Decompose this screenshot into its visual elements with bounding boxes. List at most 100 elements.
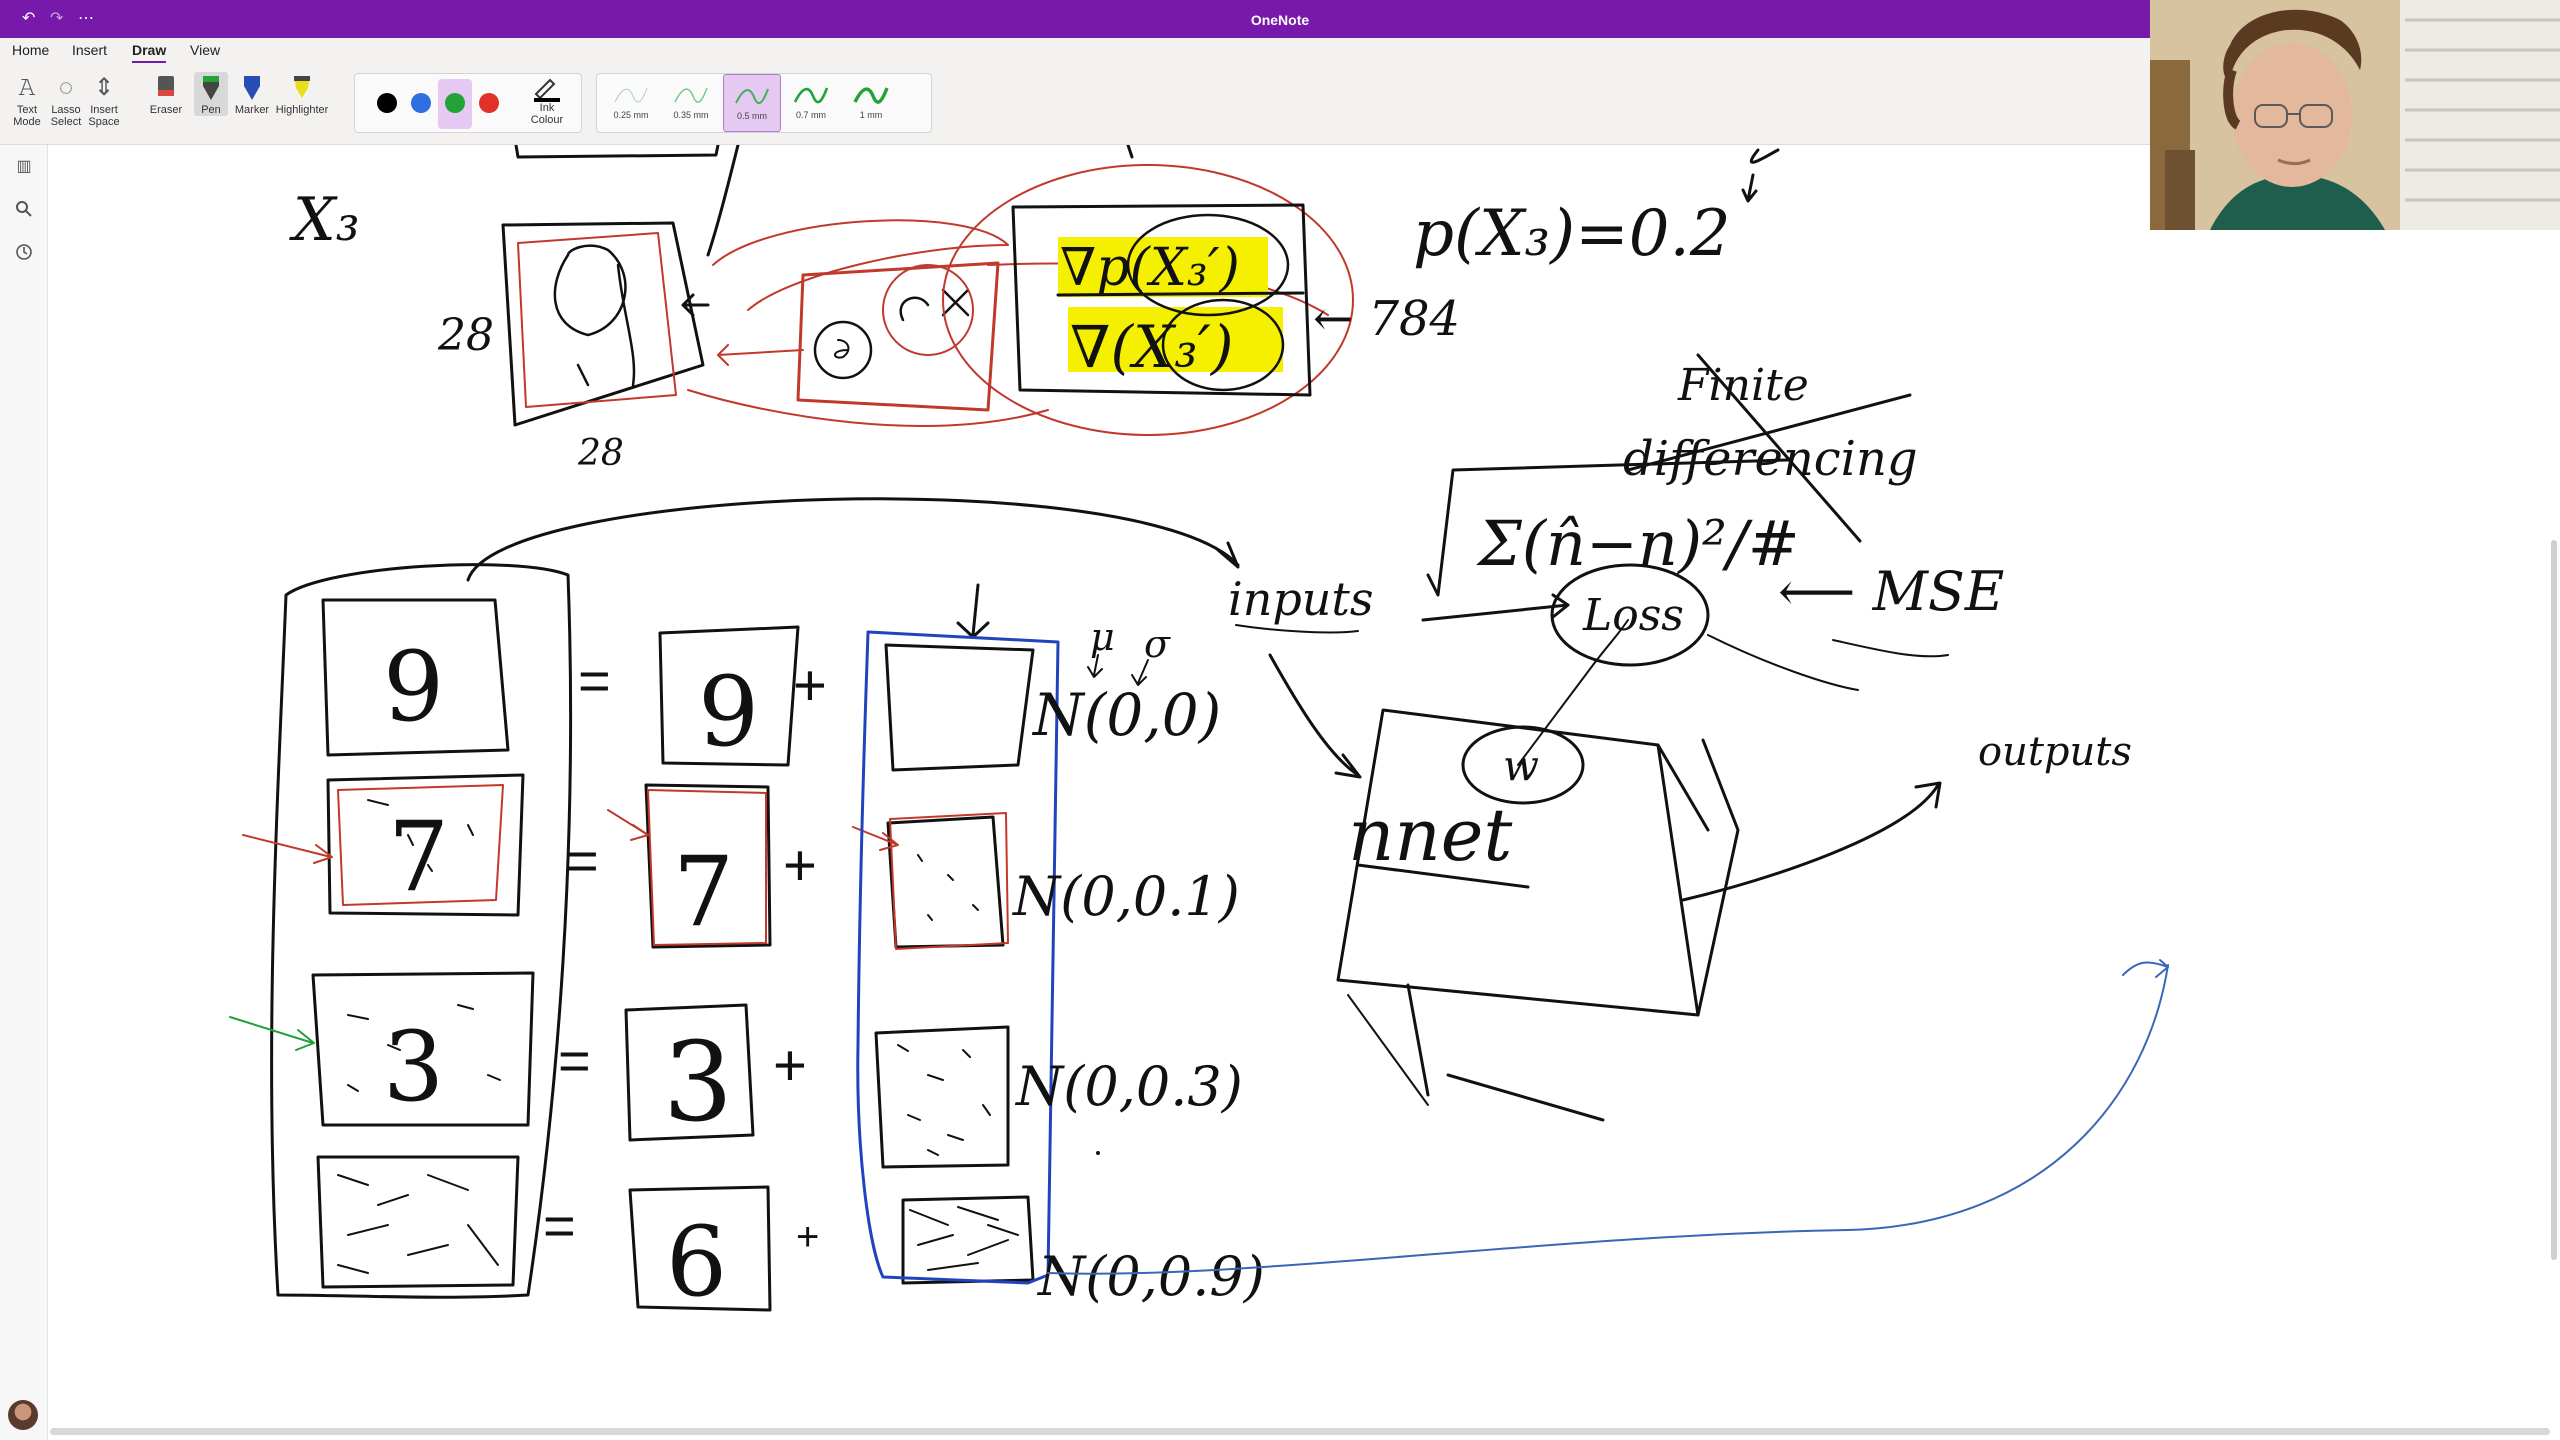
inputs-underline xyxy=(1235,624,1359,634)
lasso-select-icon: ◌ xyxy=(58,74,74,101)
insert-space-label-2: Space xyxy=(88,116,120,128)
eraser-icon xyxy=(142,72,190,104)
equals-row-1: = xyxy=(578,649,611,712)
clean-digit-3: 3 xyxy=(663,1018,733,1146)
thickness-1mm[interactable]: 1 mm xyxy=(843,74,899,130)
clean-digit-7: 7 xyxy=(673,836,734,948)
ink-colour-label-2: Colour xyxy=(530,114,564,126)
noise-blue-outline xyxy=(856,630,1060,1285)
color-green-swatch[interactable] xyxy=(445,93,465,113)
highlighter-button[interactable]: Highlighter xyxy=(274,72,330,116)
tab-insert[interactable]: Insert xyxy=(72,42,107,58)
gradient-p-label: ∇p(X₃′) xyxy=(1060,238,1240,298)
mse-formula: Σ(n̂−n)²/# xyxy=(1476,507,1800,580)
size-784: ← 784 xyxy=(1313,291,1460,347)
webcam-overlay xyxy=(2150,0,2560,230)
size-28-left: 28 xyxy=(437,310,494,361)
normal-0-0: N(0,0) xyxy=(1031,681,1221,749)
thickness-0-5mm[interactable]: 0.5 mm xyxy=(723,74,781,132)
mse-label: ⟵ MSE xyxy=(1778,560,2004,623)
text-mode-button[interactable]: 𝙰 Text Mode xyxy=(10,72,44,128)
inputs-arrow xyxy=(466,497,1362,779)
recent-icon[interactable] xyxy=(14,243,34,263)
thickness-label: 0.5 mm xyxy=(736,111,767,121)
eraser-label: Eraser xyxy=(149,104,183,116)
pen-label: Pen xyxy=(201,104,221,116)
color-black-swatch[interactable] xyxy=(377,93,397,113)
thickness-palette: 0.25 mm 0.35 mm 0.5 mm 0.7 mm 1 mm xyxy=(596,73,932,133)
inputs-label: inputs xyxy=(1228,572,1374,626)
thickness-label: 0.7 mm xyxy=(795,110,826,120)
thickness-0-25mm[interactable]: 0.25 mm xyxy=(603,74,659,130)
highlighter-icon xyxy=(274,72,330,104)
size-28-bottom: 28 xyxy=(577,433,624,474)
library-icon[interactable]: ▥ xyxy=(14,157,34,177)
noise-boxes xyxy=(874,643,1035,1285)
thickness-0-7mm[interactable]: 0.7 mm xyxy=(783,74,839,130)
marker-button[interactable]: Marker xyxy=(232,72,272,116)
ink-colour-icon xyxy=(525,76,569,102)
stack-digit-3: 3 xyxy=(383,1011,444,1123)
color-blue-swatch[interactable] xyxy=(411,93,431,113)
left-sidebar: ▥ xyxy=(0,145,48,1440)
nnet-label: nnet xyxy=(1348,793,1513,877)
outputs-label: outputs xyxy=(1978,729,2132,775)
equals-row-4: = xyxy=(543,1194,576,1257)
pen-icon xyxy=(194,72,228,104)
thickness-label: 0.25 mm xyxy=(613,110,649,120)
mu-label: μ xyxy=(1090,615,1115,659)
tab-draw[interactable]: Draw xyxy=(132,42,167,63)
plus-row-1: + xyxy=(793,653,827,718)
gradient-x-label: ∇(X₃′) xyxy=(1070,313,1233,381)
page-canvas[interactable]: X₃ 28 28 ← 784 p(X₃)=0.2 ∇p(X₃′) ∇(X₃′) … xyxy=(48,145,2560,1425)
thickness-label: 1 mm xyxy=(859,110,883,120)
eraser-button[interactable]: Eraser xyxy=(142,72,190,116)
probability-label: p(X₃)=0.2 xyxy=(1413,197,1731,271)
insert-space-label: Insert xyxy=(90,104,118,116)
mse-underline xyxy=(1832,639,1949,658)
normal-0-0-9: N(0,0.9) xyxy=(1036,1245,1265,1308)
thickness-0-35mm[interactable]: 0.35 mm xyxy=(663,74,719,130)
presenter-video xyxy=(2150,0,2560,230)
tab-view[interactable]: View xyxy=(190,42,220,58)
text-mode-label-2: Mode xyxy=(13,116,41,128)
normal-0-0-1: N(0,0.1) xyxy=(1011,865,1240,928)
output-arrow xyxy=(1681,781,1942,902)
tab-home[interactable]: Home xyxy=(12,42,49,58)
ink-colour-button[interactable]: Ink Colour xyxy=(525,76,569,126)
finite-label: Finite xyxy=(1677,360,1809,411)
vertical-scrollbar[interactable] xyxy=(2551,540,2557,1260)
plus-row-3: + xyxy=(773,1033,807,1098)
insert-space-button[interactable]: ⇕ Insert Space xyxy=(86,72,122,128)
color-red-swatch[interactable] xyxy=(479,93,499,113)
ink-dot xyxy=(1096,1151,1100,1155)
stack-digit-9: 9 xyxy=(383,631,444,743)
pen-button[interactable]: Pen xyxy=(194,72,228,116)
horizontal-scrollbar[interactable] xyxy=(50,1428,2550,1435)
x3-label: X₃ xyxy=(289,185,360,255)
search-icon[interactable] xyxy=(14,200,34,220)
normal-0-0-3: N(0,0.3) xyxy=(1014,1055,1243,1118)
highlighter-label: Highlighter xyxy=(275,104,329,116)
clean-digit-6: 6 xyxy=(666,1206,727,1318)
red-gradient-box xyxy=(796,261,1000,412)
blue-outputs-curve xyxy=(1047,964,2169,1275)
equals-row-2: = xyxy=(566,829,599,892)
clean-7-arrow xyxy=(607,809,649,841)
plus-row-2: + xyxy=(783,833,817,898)
color-palette: Ink Colour xyxy=(354,73,582,133)
lasso-label-2: Select xyxy=(50,116,82,128)
loss-label: Loss xyxy=(1582,590,1684,641)
equals-row-3: = xyxy=(558,1029,591,1092)
text-mode-label: Text xyxy=(16,104,38,116)
noise-down-arrow xyxy=(956,583,990,639)
avatar[interactable] xyxy=(8,1400,38,1430)
lasso-select-button[interactable]: ◌ Lasso Select xyxy=(48,72,84,128)
noise-red-outline xyxy=(889,812,1009,950)
stack-digit-7: 7 xyxy=(388,801,449,913)
marker-icon xyxy=(232,72,272,104)
blue-arrowhead xyxy=(2122,959,2169,978)
weights-label: w xyxy=(1503,741,1539,790)
lasso-label: Lasso xyxy=(51,104,81,116)
clean-digit-9: 9 xyxy=(698,656,759,768)
